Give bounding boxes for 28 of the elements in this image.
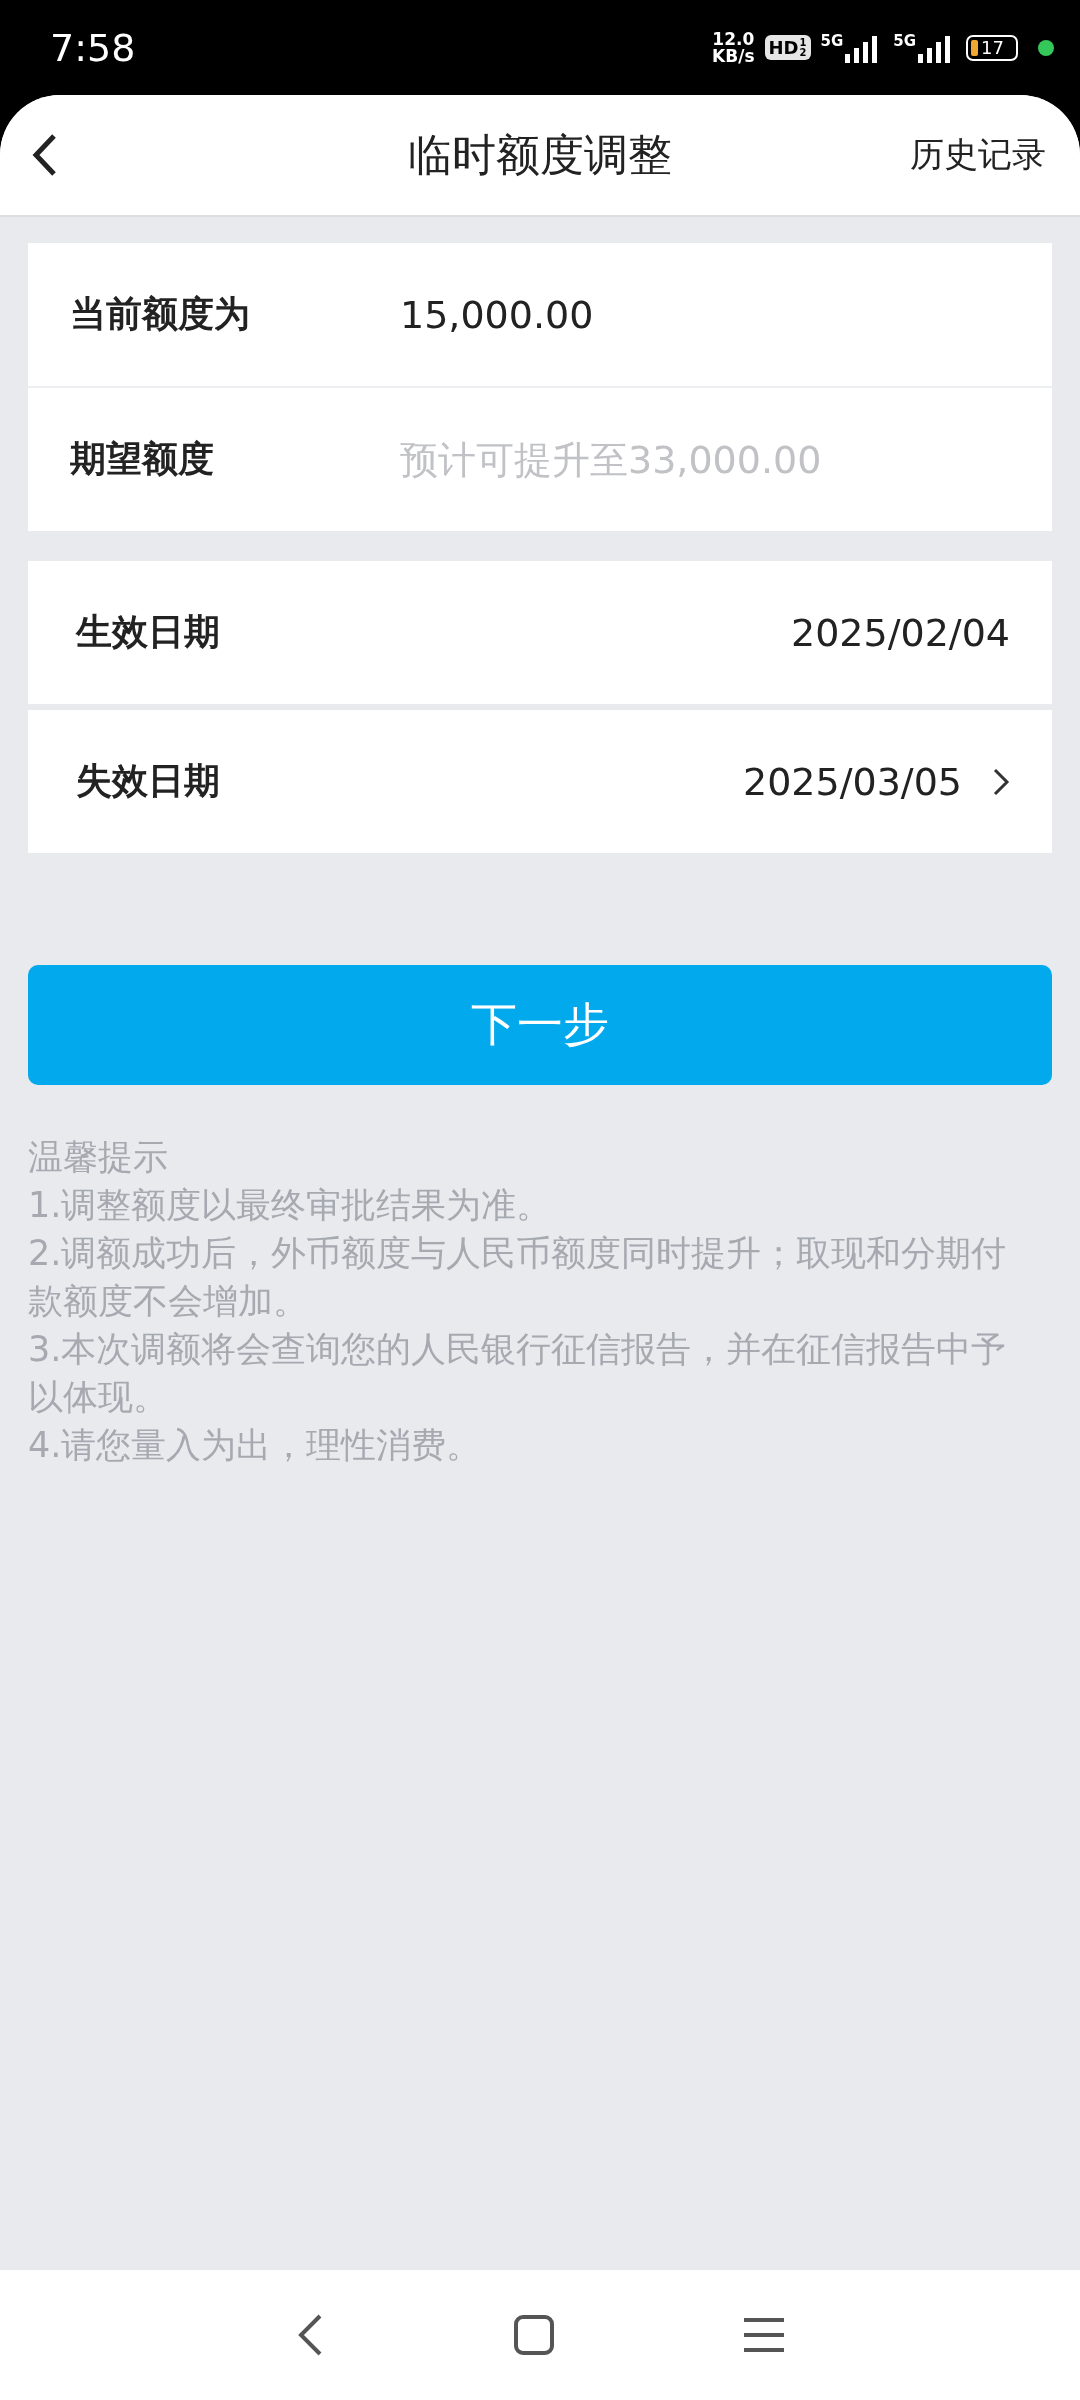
current-limit: 15,000.00 [400,292,594,337]
page-title: 临时额度调整 [408,127,672,182]
status-time: 7:58 [50,25,137,70]
date-label: 生效日期 [76,610,221,654]
tip-text: 4.请您量入为出，理性消费。 [28,1424,483,1467]
date-row[interactable]: 生效日期 2025/02/04 [28,561,1052,704]
amount-input[interactable]: 预计可提升至33,000.00 [400,437,960,482]
network-type: 5G [820,31,844,50]
chevron-icon [992,766,1010,797]
network-speed: 12.0 [712,30,755,48]
indicator-dot [1038,39,1054,56]
date-label: 失效日期 [76,759,221,803]
speed-unit: KB/s [712,47,755,65]
battery-icon: 17 [966,34,1018,61]
tip-text: 3.本次调额将会查询您的人民银行征信报告，并在征信报告中予以体现。 [28,1328,1008,1419]
field-label: 期望额度 [70,437,215,481]
history-link[interactable]: 历史记录 [910,132,1046,178]
menu-icon[interactable] [744,2317,784,2353]
date-value: 2025/03/05 [742,759,962,804]
network-type: 5G [893,31,916,50]
back-icon[interactable] [296,2313,324,2357]
date-row[interactable]: 失效日期 2025/03/05 [28,710,1052,853]
field-label: 当前额度为 [70,292,251,336]
tips-title: 温馨提示 [28,1136,169,1179]
date-value: 2025/02/04 [790,610,1010,655]
tip-text: 1.调整额度以最终审批结果为准。 [28,1184,553,1227]
tip-text: 2.调额成功后，外币额度与人民币额度同时提升；取现和分期付款额度不会增加。 [28,1232,1008,1323]
home-icon[interactable] [514,2315,554,2355]
